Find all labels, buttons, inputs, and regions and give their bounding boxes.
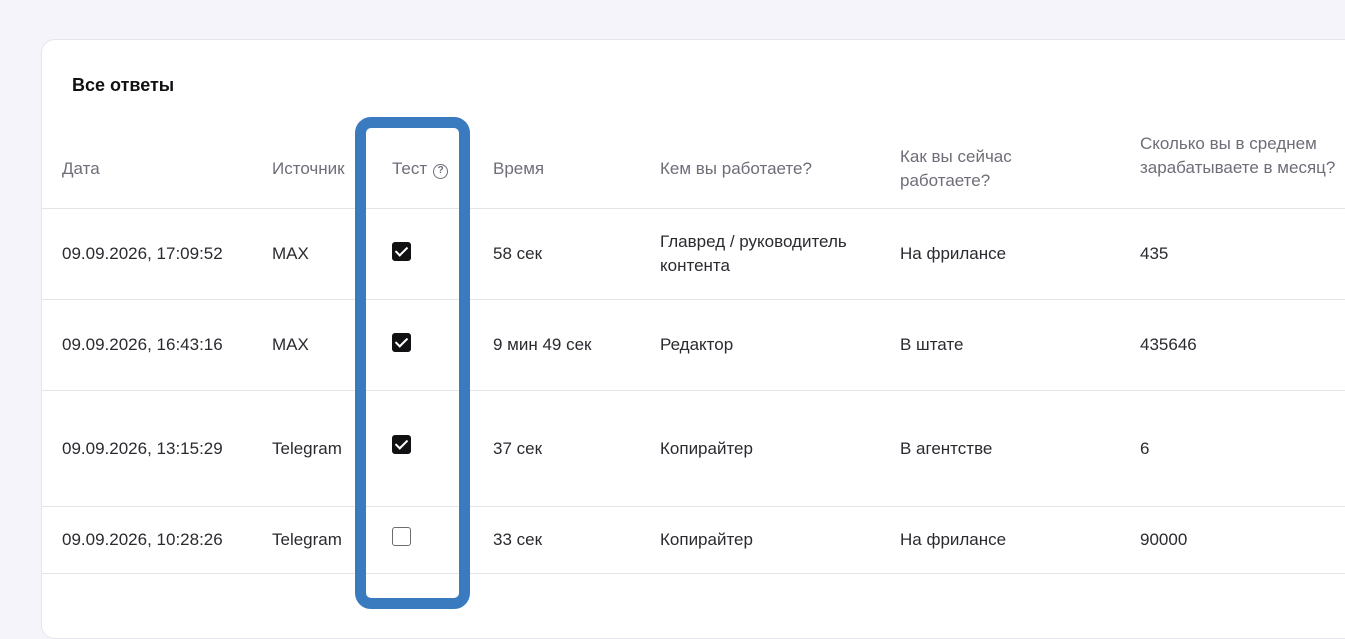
- header-work-mode[interactable]: Как вы сейчас работаете?: [900, 145, 1050, 193]
- header-income[interactable]: Сколько вы в среднем зарабатываете в мес…: [1140, 132, 1345, 180]
- cell-income: 90000: [1140, 530, 1188, 549]
- row-divider: [42, 573, 1345, 574]
- header-source[interactable]: Источник: [272, 157, 345, 181]
- card-title: Все ответы: [72, 75, 175, 95]
- cell-time: 58 сек: [493, 244, 543, 263]
- cell-source: Telegram: [272, 439, 342, 458]
- cell-date: 09.09.2026, 16:43:16: [62, 335, 223, 354]
- cell-income: 435646: [1140, 335, 1197, 354]
- cell-income: 435: [1140, 244, 1169, 263]
- cell-date: 09.09.2026, 13:15:29: [62, 439, 223, 458]
- cell-work-mode: На фрилансе: [900, 244, 1007, 263]
- cell-income: 6: [1140, 439, 1150, 458]
- header-divider: [42, 208, 1345, 209]
- help-circle-icon[interactable]: ?: [433, 164, 449, 179]
- cell-role: Главред / руководитель контента: [660, 232, 847, 275]
- header-date[interactable]: Дата: [62, 157, 100, 181]
- test-checkbox-checked[interactable]: [392, 242, 411, 261]
- cell-source: MAX: [272, 335, 309, 354]
- test-checkbox-checked[interactable]: [392, 435, 411, 454]
- test-checkbox-checked[interactable]: [392, 333, 411, 352]
- header-test[interactable]: Тест?: [392, 157, 449, 181]
- row-divider: [42, 390, 1345, 391]
- cell-source: Telegram: [272, 530, 342, 549]
- cell-work-mode: В штате: [900, 335, 964, 354]
- cell-source: MAX: [272, 244, 309, 263]
- test-checkbox-unchecked[interactable]: [392, 527, 411, 546]
- header-test-label: Тест: [392, 159, 428, 178]
- cell-work-mode: В агентстве: [900, 439, 993, 458]
- cell-role: Копирайтер: [660, 439, 753, 458]
- cell-role: Редактор: [660, 335, 734, 354]
- cell-date: 09.09.2026, 10:28:26: [62, 530, 223, 549]
- row-divider: [42, 299, 1345, 300]
- cell-time: 33 сек: [493, 530, 543, 549]
- cell-work-mode: На фрилансе: [900, 530, 1007, 549]
- cell-time: 9 мин 49 сек: [493, 335, 592, 354]
- row-divider: [42, 506, 1345, 507]
- cell-date: 09.09.2026, 17:09:52: [62, 244, 223, 263]
- cell-role: Копирайтер: [660, 530, 753, 549]
- cell-time: 37 сек: [493, 439, 543, 458]
- header-role[interactable]: Кем вы работаете?: [660, 157, 812, 181]
- header-time[interactable]: Время: [493, 157, 544, 181]
- responses-card: Все ответы Дата Источник Тест? Время Кем…: [41, 39, 1345, 639]
